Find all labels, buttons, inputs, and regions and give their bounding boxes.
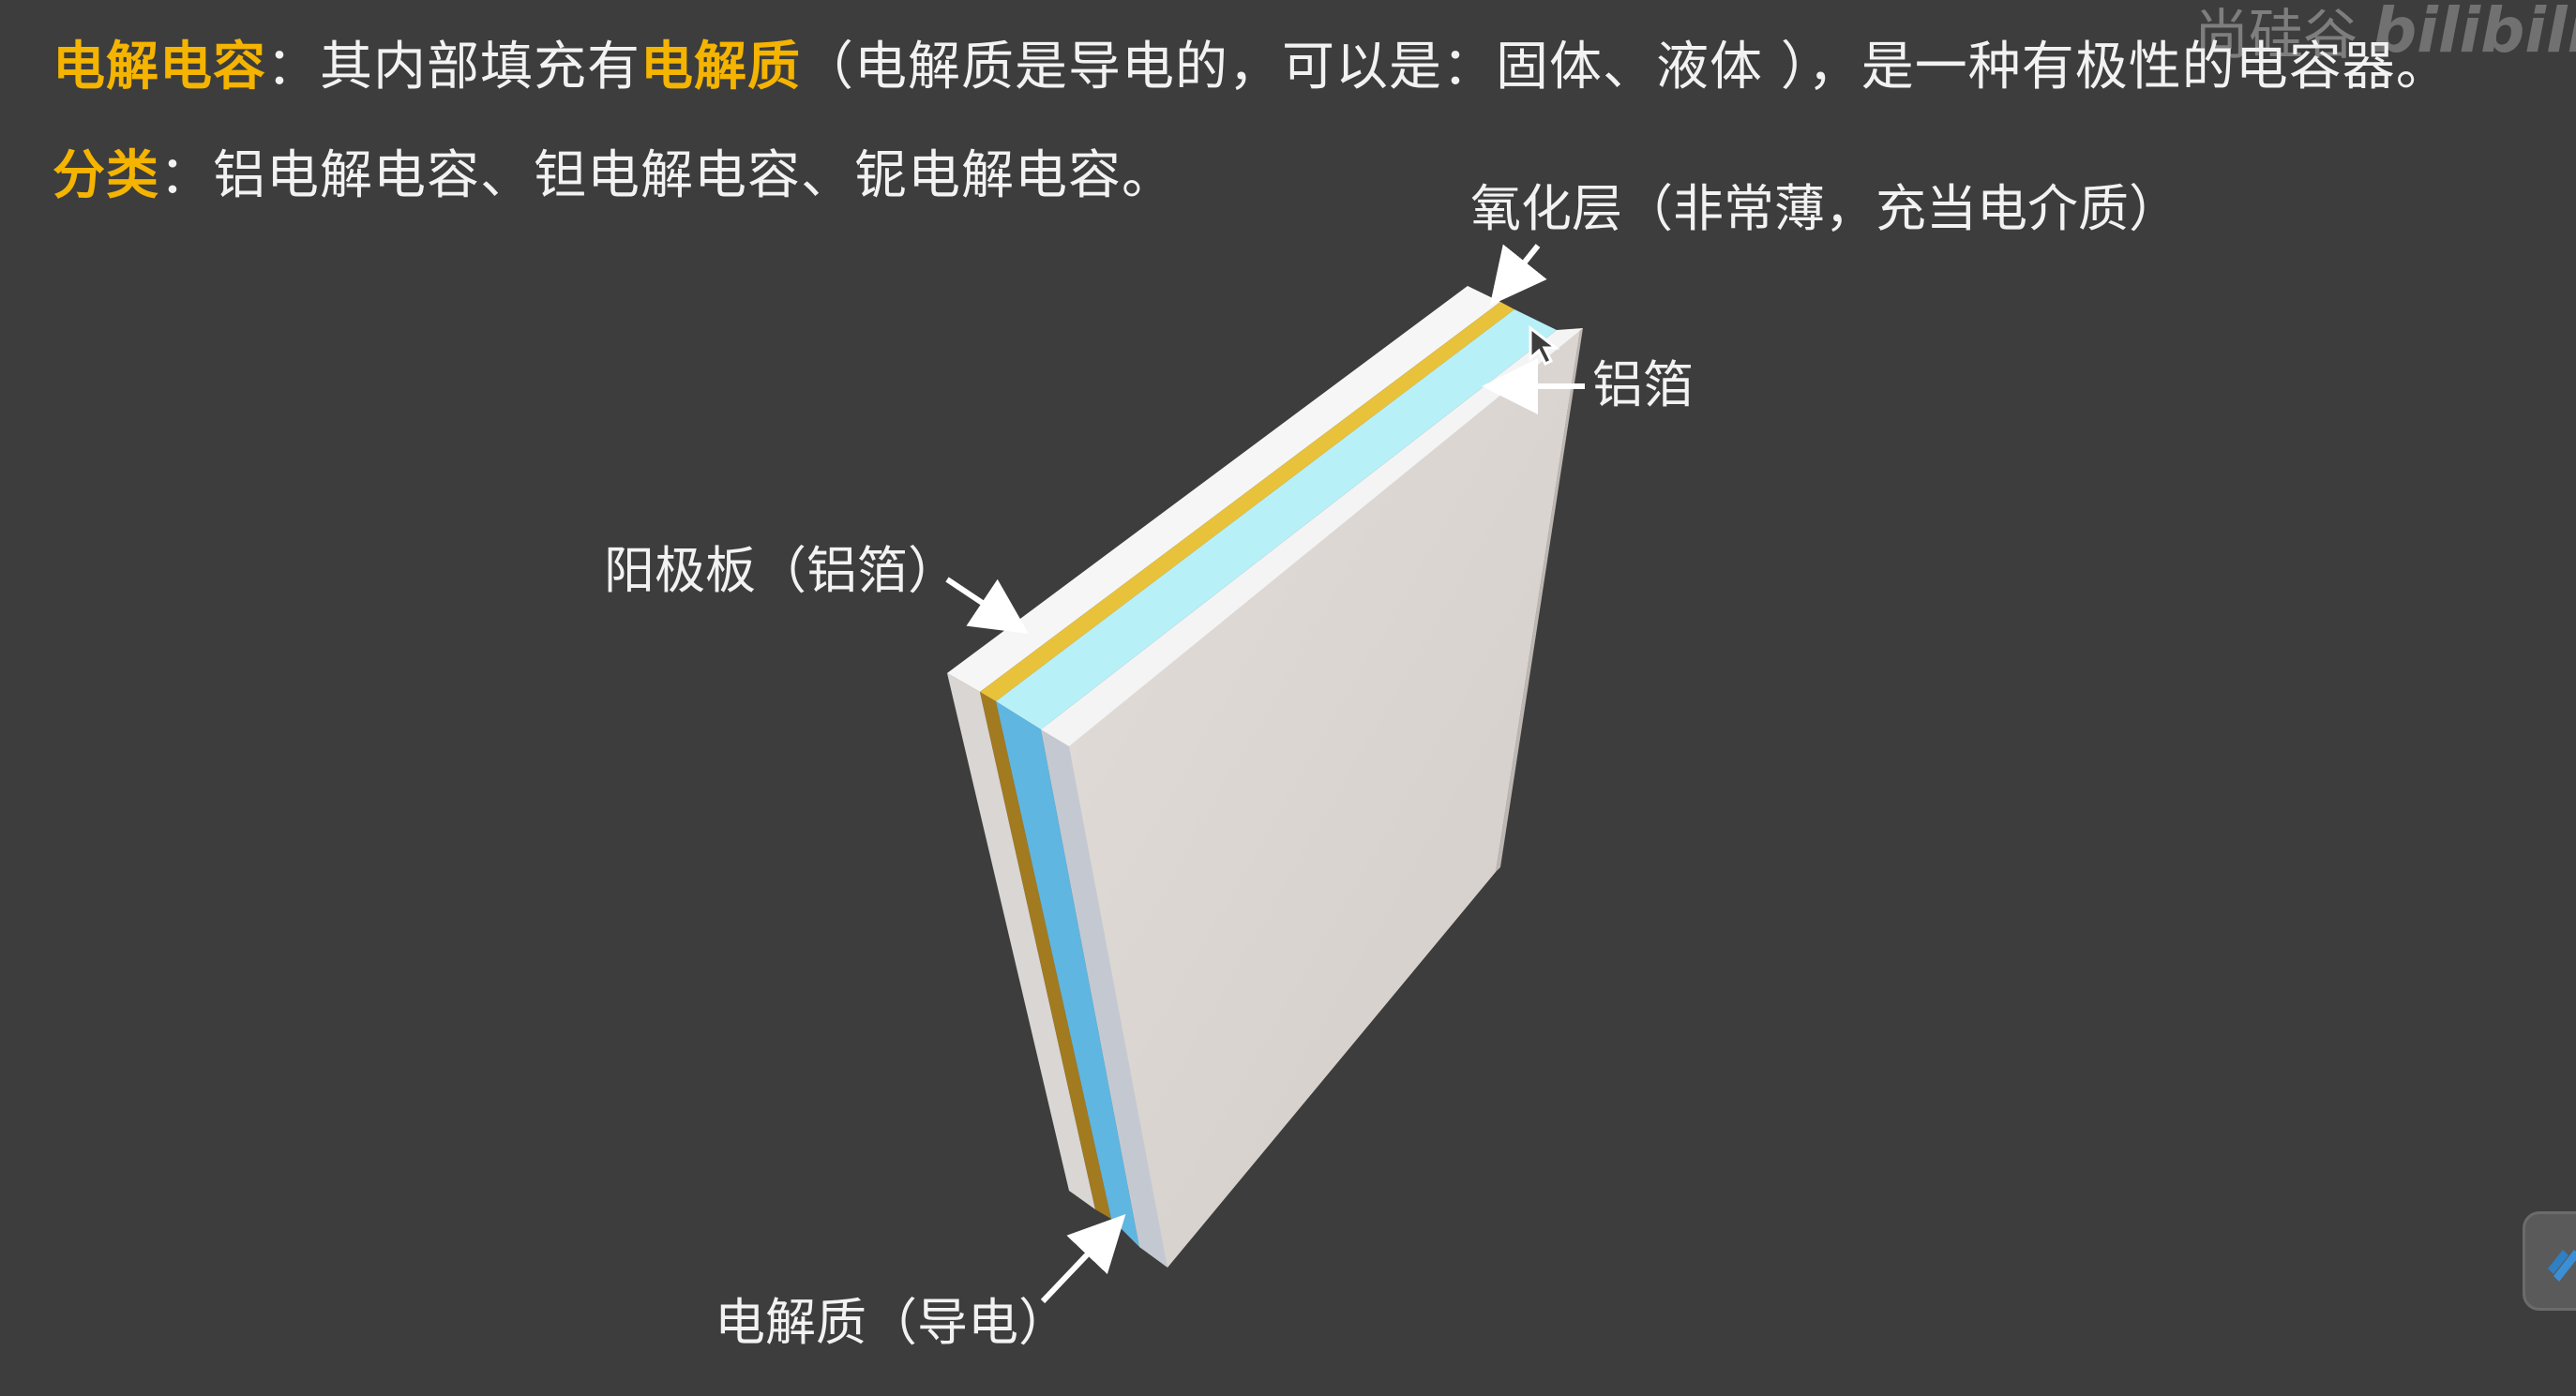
capacitor-diagram: [945, 244, 1585, 1304]
side-tool-button[interactable]: [2523, 1211, 2576, 1311]
pencil-icon: [2548, 1250, 2576, 1282]
label-electrolyte: 电解质（导电）: [715, 1293, 1069, 1352]
arrow-oxide-layer: [1489, 244, 1547, 307]
label-aluminum-foil: 铝箔: [1592, 355, 1694, 414]
arrow-electrolyte: [1040, 1213, 1126, 1304]
label-anode-plate: 阳极板（铝箔）: [604, 541, 958, 600]
slide: 电解电容：其内部填充有电解质（电解质是导电的，可以是：固体、液体 ），是一种有极…: [0, 0, 2576, 1396]
label-oxide-layer: 氧化层（非常薄，充当电介质）: [1470, 179, 2179, 238]
